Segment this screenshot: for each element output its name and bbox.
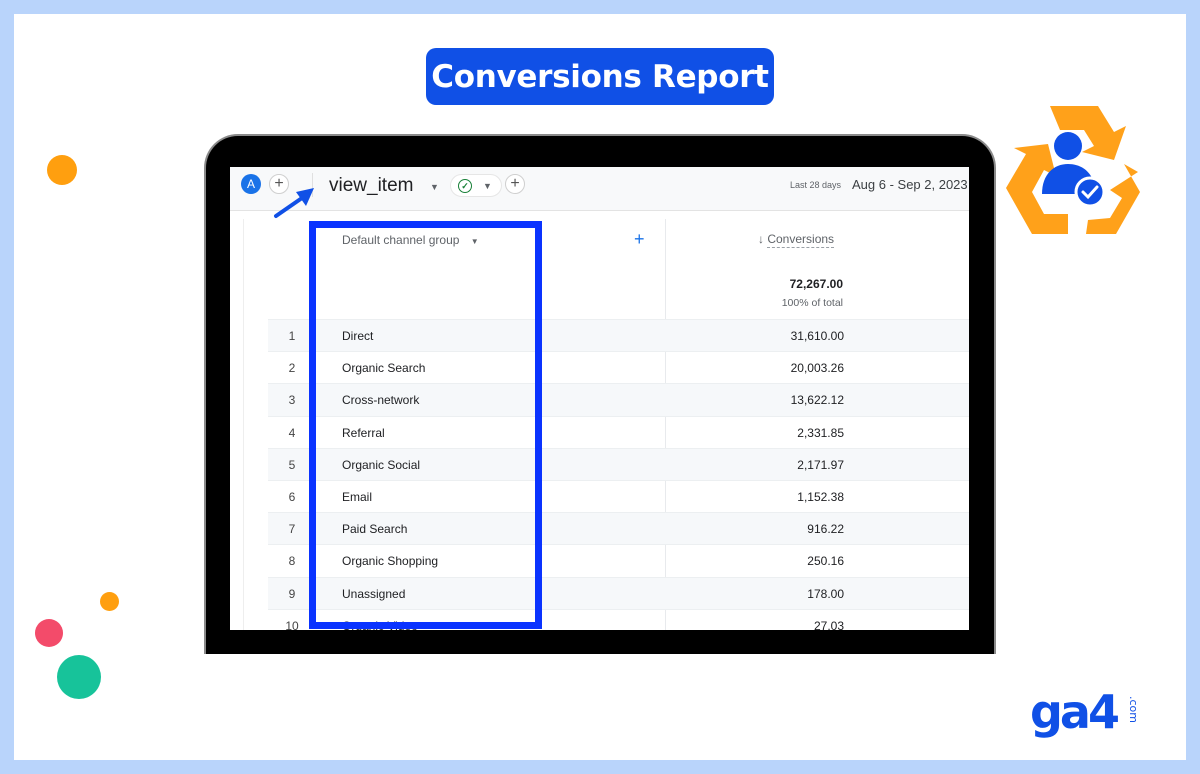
total-value: 72,267.00 [789, 277, 843, 291]
row-index: 2 [288, 361, 296, 376]
row-channel: Organic Social [342, 457, 421, 472]
row-channel: Unassigned [342, 586, 406, 601]
metric-header-label: Conversions [767, 232, 835, 248]
brand-logo-icon: ga4 .com [1030, 685, 1140, 739]
row-index: 8 [288, 554, 296, 569]
table-row[interactable]: 2 Organic Search 20,003.26 [268, 351, 969, 383]
date-range-picker[interactable]: Aug 6 - Sep 2, 2023 [852, 177, 968, 192]
decorative-dot [57, 655, 101, 699]
row-channel: Organic Search [342, 361, 426, 376]
chevron-down-icon: ▼ [470, 237, 479, 246]
row-conversions: 13,622.12 [790, 393, 844, 408]
row-conversions: 916.22 [807, 522, 844, 537]
table-row[interactable]: 6 Email 1,152.38 [268, 479, 969, 512]
row-channel: Email [342, 489, 373, 504]
chevron-down-icon: ▼ [483, 181, 492, 191]
recycle-user-icon [1006, 106, 1140, 234]
row-conversions: 20,003.26 [790, 361, 844, 376]
report-topbar: A + view_item ▼ ✓ ▼ + Last 28 days Aug 6… [230, 167, 969, 211]
decorative-dot [35, 619, 63, 647]
table-row[interactable]: 10 Organic Video 27.03 [268, 608, 969, 630]
table-row[interactable]: 5 Organic Social 2,171.97 [268, 447, 969, 480]
row-channel: Organic Video [342, 618, 418, 630]
table-row[interactable]: 3 Cross-network 13,622.12 [268, 383, 969, 416]
date-label: Last 28 days [790, 180, 842, 190]
svg-text:ga4: ga4 [1030, 688, 1118, 739]
check-circle-icon: ✓ [458, 179, 472, 193]
total-percent: 100% of total [781, 297, 843, 309]
row-channel: Organic Shopping [342, 554, 439, 569]
row-channel: Direct [342, 329, 374, 343]
dimension-header-label: Default channel group [342, 233, 460, 247]
add-filter-button[interactable]: + [505, 174, 525, 194]
sort-arrow-icon: ↓ [758, 232, 764, 246]
table-row[interactable]: 7 Paid Search 916.22 [268, 512, 969, 545]
row-index: 1 [288, 329, 296, 343]
ga4-logo: ga4 .com [1030, 685, 1142, 749]
row-conversions: 31,610.00 [790, 329, 844, 343]
page-title-badge: Conversions Report [426, 48, 774, 105]
avatar[interactable]: A [241, 174, 261, 194]
dimension-header[interactable]: Default channel group ▼ [342, 233, 479, 247]
row-conversions: 2,331.85 [797, 425, 844, 440]
chevron-down-icon[interactable]: ▼ [430, 182, 439, 192]
table-row[interactable]: 9 Unassigned 178.00 [268, 576, 969, 609]
report-table: Default channel group ▼ + ↓ Conversions … [243, 219, 969, 630]
row-index: 9 [288, 586, 296, 601]
table-row[interactable]: 4 Referral 2,331.85 [268, 415, 969, 448]
metric-header[interactable]: ↓ Conversions [758, 232, 835, 248]
row-conversions: 2,171.97 [797, 457, 844, 472]
event-name-selector[interactable]: view_item [329, 175, 413, 197]
add-dimension-button[interactable]: + [634, 229, 645, 250]
row-channel: Paid Search [342, 522, 408, 537]
decorative-dot [100, 592, 119, 611]
row-channel: Cross-network [342, 393, 420, 408]
svg-text:.com: .com [1127, 696, 1140, 723]
row-index: 4 [288, 425, 296, 440]
row-conversions: 250.16 [807, 554, 844, 569]
row-index: 7 [288, 522, 296, 537]
row-conversions: 27.03 [813, 618, 844, 630]
decorative-dot [47, 155, 77, 185]
pointer-arrow-icon [274, 188, 314, 218]
table-body: 1 Direct 31,610.00 2 Organic Search 20,003.2… [268, 319, 969, 630]
table-row[interactable]: 1 Direct 31,610.00 [268, 319, 969, 352]
table-row[interactable]: 8 Organic Shopping 250.16 [268, 544, 969, 576]
row-conversions: 1,152.38 [797, 489, 844, 504]
status-pill[interactable]: ✓ ▼ [450, 174, 502, 197]
row-conversions: 178.00 [807, 586, 844, 601]
report-screen: A + view_item ▼ ✓ ▼ + Last 28 days Aug 6… [230, 167, 969, 630]
row-index: 10 [285, 618, 299, 630]
row-index: 5 [288, 457, 296, 472]
row-index: 3 [288, 393, 296, 408]
row-index: 6 [288, 489, 296, 504]
row-channel: Referral [342, 425, 385, 440]
